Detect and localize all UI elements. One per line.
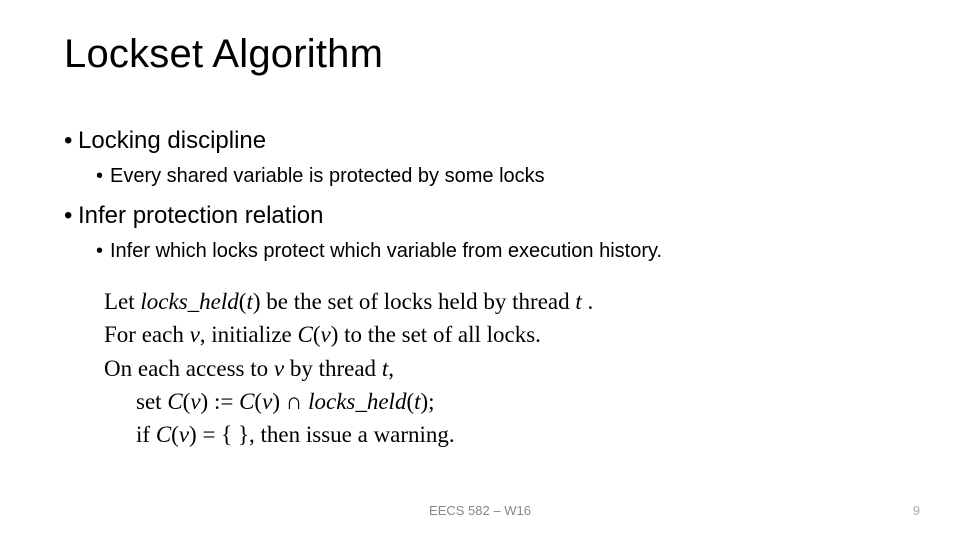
t: v: [179, 422, 189, 447]
bullet-dot-icon: •: [64, 127, 78, 155]
algorithm-block: Let locks_held(t) be the set of locks he…: [104, 285, 896, 452]
t: (: [171, 422, 179, 447]
bullet-every-shared: •Every shared variable is protected by s…: [96, 165, 896, 188]
bullet-text: Locking discipline: [78, 127, 266, 154]
t: ) to the set of all locks.: [331, 322, 541, 347]
t: v: [190, 322, 200, 347]
t: if: [136, 422, 156, 447]
algo-line-1: Let locks_held(t) be the set of locks he…: [104, 285, 896, 318]
footer-course: EECS 582 – W16: [0, 503, 960, 518]
bullet-dot-icon: •: [96, 165, 110, 188]
t: locks_held: [140, 289, 238, 314]
t: C: [167, 389, 182, 414]
bullet-infer-relation: •Infer protection relation: [64, 202, 896, 230]
t: (: [313, 322, 321, 347]
t: C: [298, 322, 313, 347]
bullet-dot-icon: •: [64, 202, 78, 230]
t: C: [239, 389, 254, 414]
t: ) be the set of locks held by thread: [253, 289, 576, 314]
slide-title: Lockset Algorithm: [64, 32, 896, 77]
slide: Lockset Algorithm •Locking discipline •E…: [0, 0, 960, 540]
bullet-text: Every shared variable is protected by so…: [110, 165, 545, 187]
t: C: [156, 422, 171, 447]
t: (: [406, 389, 414, 414]
t: locks_held: [308, 389, 406, 414]
t: set: [136, 389, 167, 414]
t: );: [421, 389, 435, 414]
bullet-text: Infer which locks protect which variable…: [110, 240, 662, 262]
algo-line-4: set C(v) := C(v) ∩ locks_held(t);: [104, 385, 896, 418]
t: ) ∩: [272, 389, 308, 414]
bullet-dot-icon: •: [96, 240, 110, 263]
t: v: [190, 389, 200, 414]
algo-line-5: if C(v) = { }, then issue a warning.: [104, 418, 896, 451]
t: For each: [104, 322, 190, 347]
bullet-infer-locks: •Infer which locks protect which variabl…: [96, 240, 896, 263]
t: ) = { }, then issue a warning.: [189, 422, 455, 447]
t: ,: [388, 356, 394, 381]
t: , initialize: [200, 322, 298, 347]
footer-page-number: 9: [913, 503, 920, 518]
t: ) :=: [201, 389, 240, 414]
t: .: [582, 289, 594, 314]
algo-line-3: On each access to v by thread t,: [104, 352, 896, 385]
bullet-text: Infer protection relation: [78, 202, 323, 229]
t: v: [321, 322, 331, 347]
t: (: [254, 389, 262, 414]
t: by thread: [284, 356, 382, 381]
t: On each access to: [104, 356, 274, 381]
bullet-locking-discipline: •Locking discipline: [64, 127, 896, 155]
t: v: [262, 389, 272, 414]
algo-line-2: For each v, initialize C(v) to the set o…: [104, 318, 896, 351]
t: v: [274, 356, 284, 381]
t: Let: [104, 289, 140, 314]
